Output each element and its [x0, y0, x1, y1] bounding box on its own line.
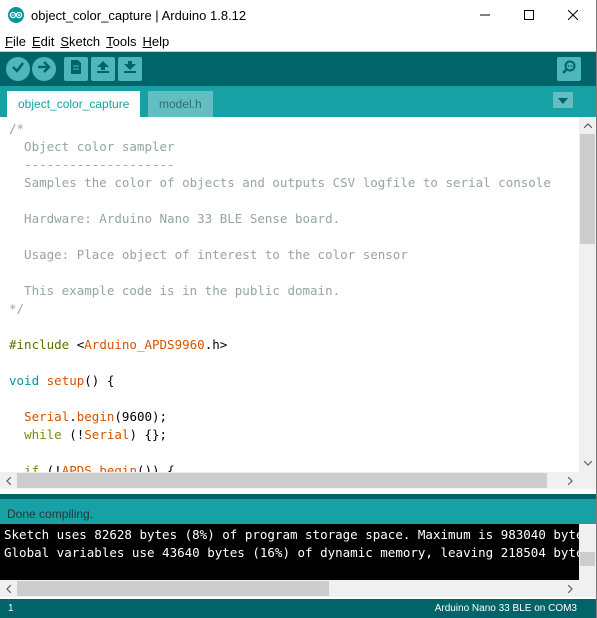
menu-sketch[interactable]: Sketch [60, 34, 100, 49]
menu-edit[interactable]: Edit [32, 34, 54, 49]
tab-menu-button[interactable] [553, 92, 573, 108]
scroll-corner [579, 472, 596, 489]
serial-monitor-icon [561, 59, 577, 80]
scroll-up-icon[interactable] [579, 117, 596, 134]
console-output[interactable]: Sketch uses 82628 bytes (8%) of program … [0, 524, 579, 580]
tabs-bar: object_color_capture model.h [0, 86, 597, 117]
code-line: Object color sampler [9, 139, 175, 154]
scroll-right-icon[interactable] [562, 472, 579, 489]
line-number: 1 [8, 603, 14, 614]
console-scroll-corner [579, 580, 596, 597]
close-button[interactable] [550, 0, 595, 31]
board-port-label: Arduino Nano 33 BLE on COM3 [434, 603, 577, 614]
menu-edit-label: dit [40, 33, 55, 49]
tab-menu-icon [558, 91, 568, 109]
verify-icon [11, 60, 25, 79]
console-vertical-scrollbar[interactable] [579, 524, 596, 580]
console-vertical-scroll-thumb[interactable] [580, 552, 595, 566]
tab-object-color-capture[interactable]: object_color_capture [7, 91, 141, 117]
console-scroll-left-icon[interactable] [0, 580, 17, 597]
editor-horizontal-scrollbar[interactable] [0, 472, 579, 489]
upload-button[interactable] [32, 57, 56, 81]
code-line: while (!Serial) {}; [24, 427, 168, 442]
code-line: This example code is in the public domai… [9, 283, 341, 298]
console-scroll-right-icon[interactable] [562, 580, 579, 597]
code-line: Usage: Place object of interest to the c… [9, 247, 408, 262]
editor-horizontal-scroll-thumb[interactable] [17, 473, 547, 488]
menu-help[interactable]: Help [142, 34, 169, 49]
minimize-button[interactable] [462, 0, 507, 31]
menu-tools-label: ools [112, 33, 137, 49]
console-text: Sketch uses 82628 bytes (8%) of program … [4, 526, 579, 562]
menu-tools[interactable]: Tools [106, 34, 136, 49]
save-button[interactable] [118, 57, 142, 81]
code-editor[interactable]: /* Object color sampler ----------------… [0, 117, 597, 472]
code-line: Serial.begin(9600); [24, 409, 168, 424]
new-icon [69, 59, 83, 80]
serial-monitor-button[interactable] [557, 57, 581, 81]
code-text[interactable]: /* Object color sampler ----------------… [9, 120, 579, 472]
new-button[interactable] [64, 57, 88, 81]
open-icon [96, 60, 110, 79]
status-bar: Done compiling. [0, 494, 597, 524]
status-message: Done compiling. [7, 507, 94, 521]
title-bar: object_color_capture | Arduino 1.8.12 [0, 0, 597, 31]
menu-bar: File Edit Sketch Tools Help [0, 31, 597, 51]
close-icon [567, 7, 578, 25]
upload-icon [37, 60, 51, 79]
maximize-button[interactable] [506, 0, 551, 31]
code-line: #include <Arduino_APDS9960.h> [9, 337, 228, 352]
window-title: object_color_capture | Arduino 1.8.12 [31, 8, 247, 23]
menu-help-label: elp [151, 33, 170, 49]
verify-button[interactable] [6, 57, 30, 81]
menu-sketch-mnemonic: S [60, 33, 70, 49]
console-horizontal-scroll-thumb[interactable] [17, 581, 329, 596]
open-button[interactable] [91, 57, 115, 81]
menu-file-label: ile [12, 33, 26, 49]
menu-edit-mnemonic: E [31, 33, 41, 49]
code-line: /* [9, 121, 25, 136]
menu-file-mnemonic: F [5, 33, 13, 49]
code-line: if (!APDS.begin()) { [24, 463, 175, 472]
editor-vertical-scrollbar[interactable] [579, 117, 596, 472]
code-line: Hardware: Arduino Nano 33 BLE Sense boar… [9, 211, 341, 226]
editor-vertical-scroll-thumb[interactable] [580, 134, 595, 244]
menu-help-mnemonic: H [142, 33, 152, 49]
code-line: -------------------- [9, 157, 175, 172]
console-line: Sketch uses 82628 bytes (8%) of program … [4, 527, 579, 542]
footer-bar: 1 Arduino Nano 33 BLE on COM3 [0, 599, 597, 618]
scroll-down-icon[interactable] [579, 455, 596, 472]
menu-sketch-label: ketch [69, 33, 101, 49]
code-line: void setup() { [9, 373, 115, 388]
tab-model-h[interactable]: model.h [148, 91, 213, 117]
code-line: Samples the color of objects and outputs… [9, 175, 551, 190]
arduino-icon [8, 7, 24, 23]
console-line: Global variables use 43640 bytes (16%) o… [4, 545, 579, 560]
minimize-icon [479, 7, 490, 25]
code-line: */ [9, 301, 25, 316]
toolbar [0, 51, 597, 86]
console-horizontal-scrollbar[interactable] [0, 580, 579, 597]
scroll-left-icon[interactable] [0, 472, 17, 489]
menu-file[interactable]: File [5, 34, 26, 49]
maximize-icon [523, 7, 534, 25]
save-icon [123, 60, 137, 79]
